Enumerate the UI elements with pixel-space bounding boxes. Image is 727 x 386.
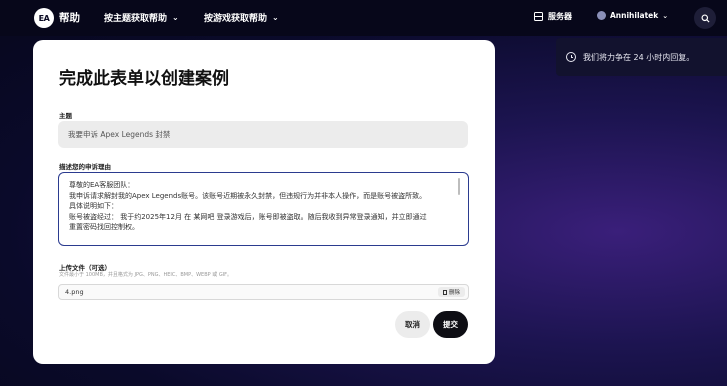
subject-field[interactable]: 我要申诉 Apex Legends 封禁 — [58, 121, 468, 148]
uploaded-file-row: 4.png 删除 — [58, 284, 469, 300]
nav-help-by-game-label: 按游戏获取帮助 — [204, 14, 268, 24]
notice-text: 我们将力争在 24 小时内回复。 — [583, 52, 695, 62]
description-label: 描述您的申诉理由 — [59, 163, 111, 171]
textarea-scrollbar[interactable] — [457, 178, 460, 195]
response-time-notice: 我们将力争在 24 小时内回复。 — [556, 38, 727, 76]
avatar — [597, 11, 606, 20]
username: Annihilatek — [610, 11, 659, 20]
nav-help-by-game[interactable]: 按游戏获取帮助 ⌄ — [204, 11, 279, 24]
ea-logo[interactable]: EA — [34, 8, 54, 28]
chevron-down-icon: ⌄ — [662, 11, 669, 20]
clock-icon — [566, 52, 576, 62]
trash-icon — [442, 289, 447, 295]
description-line: 尊敬的EA客服团队： — [69, 181, 135, 189]
nav-help-by-topic[interactable]: 按主题获取帮助 ⌄ — [104, 11, 179, 24]
file-name: 4.png — [65, 288, 84, 296]
subject-label: 主题 — [59, 112, 72, 120]
description-textarea[interactable]: 尊敬的EA客服团队： 我申诉请求解封我的Apex Legends账号。该账号近期… — [58, 172, 469, 246]
search-button[interactable] — [694, 7, 716, 29]
description-line: 我申诉请求解封我的Apex Legends账号。该账号近期被永久封禁，但违规行为… — [69, 191, 427, 200]
chevron-down-icon: ⌄ — [172, 13, 179, 22]
cancel-button[interactable]: 取消 — [395, 311, 430, 338]
user-menu[interactable]: Annihilatek ⌄ — [597, 11, 668, 20]
servers-link[interactable]: 服务器 — [534, 11, 572, 22]
delete-file-button[interactable]: 删除 — [437, 287, 465, 297]
description-line: 重置密码找回控制权。 — [69, 223, 139, 231]
help-title[interactable]: 帮助 — [59, 10, 80, 25]
server-icon — [534, 12, 543, 21]
description-line: 具体说明如下： — [69, 202, 118, 210]
delete-label: 删除 — [448, 290, 460, 296]
nav-help-by-topic-label: 按主题获取帮助 — [104, 14, 168, 24]
upload-hint: 文件最小于 100MB，并且格式为 JPG、PNG、HEIC、BMP、WEBP … — [59, 272, 233, 278]
search-icon — [700, 13, 710, 23]
description-line: 账号被盗经过： 我于约2025年12月 在 某网吧 登录游戏后，账号即被盗取。随… — [69, 212, 427, 221]
top-nav-bar: EA 帮助 按主题获取帮助 ⌄ 按游戏获取帮助 ⌄ 服务器 Annihilate… — [0, 0, 727, 36]
submit-button[interactable]: 提交 — [433, 311, 468, 338]
case-form-card: 完成此表单以创建案例 主题 我要申诉 Apex Legends 封禁 描述您的申… — [33, 40, 495, 364]
page-title: 完成此表单以创建案例 — [59, 69, 229, 89]
servers-label: 服务器 — [548, 12, 572, 21]
chevron-down-icon: ⌄ — [272, 13, 279, 22]
subject-value: 我要申诉 Apex Legends 封禁 — [68, 130, 171, 139]
